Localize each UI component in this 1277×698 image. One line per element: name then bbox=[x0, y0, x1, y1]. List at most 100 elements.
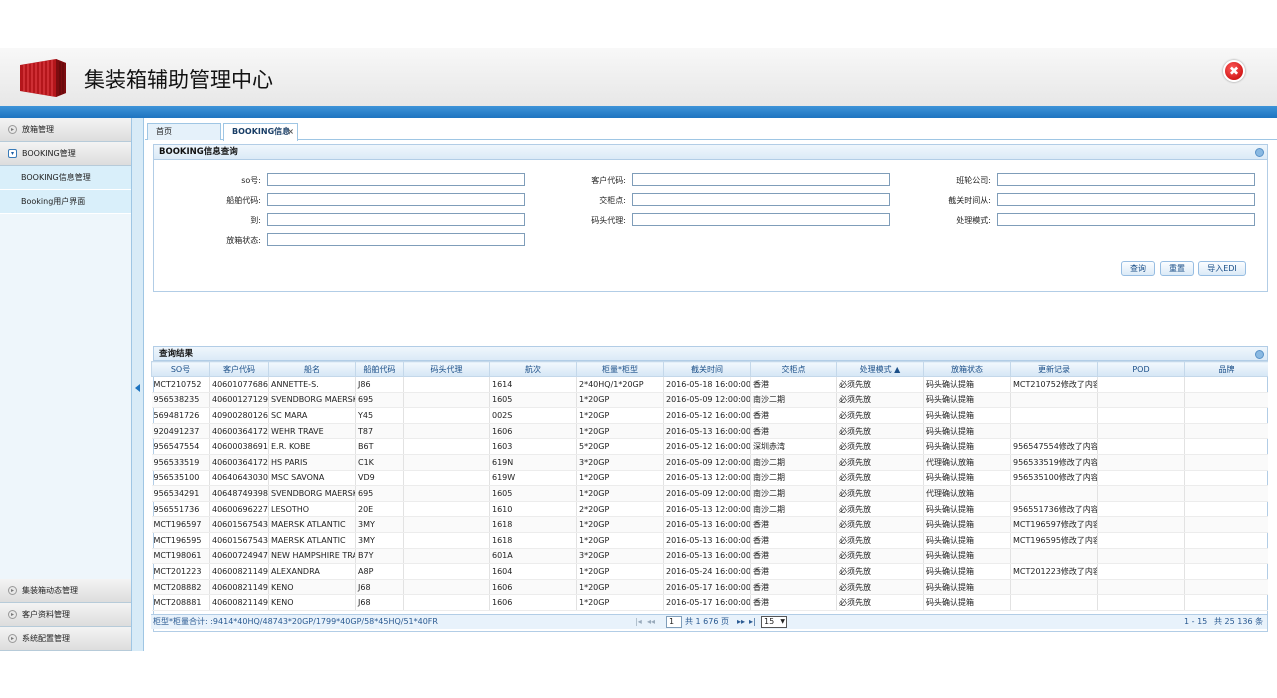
table-cell: 569481726 bbox=[151, 407, 210, 424]
table-cell: NEW HAMPSHIRE TRAIL bbox=[268, 548, 356, 565]
table-cell bbox=[1010, 423, 1098, 440]
sidebar-section-container-tracking[interactable]: ▸ 集装箱动态管理 bbox=[0, 579, 131, 603]
table-row[interactable]: 956551736 40600696227 LESOTHO 20E 1610 2*20GP… bbox=[151, 501, 1268, 518]
column-header[interactable]: 交柜点 bbox=[750, 361, 837, 377]
table-row[interactable]: MCT208882 40600821149 KENO J68 1606 1*20GP 201… bbox=[151, 579, 1268, 596]
table-cell: 必须先放 bbox=[836, 579, 924, 596]
table-row[interactable]: 920491237 40600364172 WEHR TRAVE T87 1606 1*2… bbox=[151, 423, 1268, 440]
import-edi-button[interactable]: 导入EDI bbox=[1198, 261, 1246, 276]
table-row[interactable]: 956534291 40648749398 SVENDBORG MAERSK 695 1… bbox=[151, 485, 1268, 502]
table-cell bbox=[403, 501, 490, 518]
table-cell: 1*20GP bbox=[576, 470, 664, 487]
column-header[interactable]: 船舶代码 bbox=[355, 361, 404, 377]
sidebar-item-booking-info[interactable]: BOOKING信息管理 bbox=[0, 166, 131, 190]
table-row[interactable]: 956535100 40640643030 MSC SAVONA VD9 619W 1*2… bbox=[151, 470, 1268, 487]
page-number-input[interactable]: 1 bbox=[666, 616, 682, 628]
last-page-button[interactable]: ▸| bbox=[749, 615, 756, 629]
table-row[interactable]: MCT196595 40601567543 MAERSK ATLANTIC 3MY 16… bbox=[151, 532, 1268, 549]
sidebar-section-customer[interactable]: ▸ 客户资料管理 bbox=[0, 603, 131, 627]
table-cell: 40600038691 bbox=[209, 438, 269, 455]
table-row[interactable]: 956533519 40600364172 HS PARIS C1K 619N 3*20G… bbox=[151, 454, 1268, 471]
reset-button[interactable]: 重置 bbox=[1160, 261, 1194, 276]
pager-bar: 柜型*柜量合计: :9414*40HQ/48743*20GP/1799*40GP… bbox=[151, 614, 1267, 629]
query-field-input[interactable] bbox=[997, 173, 1255, 186]
column-header[interactable]: 码头代理 bbox=[403, 361, 490, 377]
table-row[interactable]: MCT196597 40601567543 MAERSK ATLANTIC 3MY 16… bbox=[151, 516, 1268, 533]
collapse-panel-icon[interactable] bbox=[1255, 148, 1264, 157]
column-header[interactable]: 航次 bbox=[489, 361, 577, 377]
table-cell: 2016-05-17 16:00:00 bbox=[663, 594, 751, 611]
tab-home[interactable]: 首页 bbox=[147, 123, 221, 140]
table-cell: MCT208881 bbox=[151, 594, 210, 611]
table-cell: 代理确认放箱 bbox=[923, 454, 1011, 471]
table-row[interactable]: 956538235 40600127129 SVENDBORG MAERSK 695 1… bbox=[151, 392, 1268, 409]
table-cell: 1*20GP bbox=[576, 423, 664, 440]
column-header[interactable]: POD bbox=[1097, 361, 1185, 377]
table-cell: 619N bbox=[489, 454, 577, 471]
header-band bbox=[0, 106, 1277, 118]
search-button[interactable]: 查询 bbox=[1121, 261, 1155, 276]
tab-bar: 首页 BOOKING信息 × bbox=[145, 120, 1277, 141]
table-cell: A8P bbox=[355, 563, 404, 580]
prev-page-button[interactable]: ◂◂ bbox=[647, 615, 655, 629]
column-header[interactable]: 截关时间 bbox=[663, 361, 751, 377]
query-field-input[interactable] bbox=[267, 213, 525, 226]
table-cell: 香港 bbox=[750, 579, 837, 596]
column-header[interactable]: 品牌 bbox=[1184, 361, 1268, 377]
table-row[interactable]: MCT210752 40601077686 ANNETTE-S. J86 1614 2*4… bbox=[151, 376, 1268, 393]
query-field-input[interactable] bbox=[267, 193, 525, 206]
table-row[interactable]: 956547554 40600038691 E.R. KOBE B6T 1603 5*20… bbox=[151, 438, 1268, 455]
query-field-input[interactable] bbox=[632, 193, 890, 206]
table-cell: 必须先放 bbox=[836, 485, 924, 502]
table-cell bbox=[1097, 501, 1185, 518]
collapse-panel-icon[interactable] bbox=[1255, 350, 1264, 359]
sidebar-section-release[interactable]: ▸ 放箱管理 bbox=[0, 118, 131, 142]
table-cell bbox=[1097, 376, 1185, 393]
query-field-input[interactable] bbox=[267, 173, 525, 186]
table-cell: J86 bbox=[355, 376, 404, 393]
sidebar-section-booking[interactable]: ▾ BOOKING管理 bbox=[0, 142, 131, 166]
query-field-input[interactable] bbox=[632, 213, 890, 226]
table-row[interactable]: 569481726 40900280126 SC MARA Y45 002S 1*20GP… bbox=[151, 407, 1268, 424]
tab-booking-info[interactable]: BOOKING信息 × bbox=[223, 123, 298, 141]
table-cell: 香港 bbox=[750, 532, 837, 549]
table-cell: 40900280126 bbox=[209, 407, 269, 424]
table-cell: J68 bbox=[355, 579, 404, 596]
table-cell bbox=[1184, 454, 1268, 471]
table-row[interactable]: MCT198061 40600724947 NEW HAMPSHIRE TRAIL B… bbox=[151, 548, 1268, 565]
column-header[interactable]: 更新记录 bbox=[1010, 361, 1098, 377]
query-field-input[interactable] bbox=[997, 213, 1255, 226]
column-header[interactable]: 船名 bbox=[268, 361, 356, 377]
table-cell: 40600821149 bbox=[209, 563, 269, 580]
first-page-button[interactable]: |◂ bbox=[635, 615, 642, 629]
column-header[interactable]: 处理模式 ▲ bbox=[836, 361, 924, 377]
table-cell: 南沙二期 bbox=[750, 392, 837, 409]
next-page-button[interactable]: ▸▸ bbox=[737, 615, 745, 629]
query-field-input[interactable] bbox=[632, 173, 890, 186]
sidebar-section-system[interactable]: ▸ 系统配置管理 bbox=[0, 627, 131, 651]
column-header[interactable]: 客户代码 bbox=[209, 361, 269, 377]
table-cell: 40601077686 bbox=[209, 376, 269, 393]
table-cell: 3*20GP bbox=[576, 454, 664, 471]
table-row[interactable]: MCT201223 40600821149 ALEXANDRA A8P 1604 1*20… bbox=[151, 563, 1268, 580]
query-field-input[interactable] bbox=[267, 233, 525, 246]
table-cell: 码头确认提箱 bbox=[923, 438, 1011, 455]
table-row[interactable]: MCT208881 40600821149 KENO J68 1606 1*20GP 201… bbox=[151, 594, 1268, 611]
column-header[interactable]: SO号 bbox=[151, 361, 210, 377]
query-panel: BOOKING信息查询 so号: 客户代码: 班轮公司: 船舶代码: 交柜点: 截关时间从… bbox=[153, 144, 1268, 292]
table-cell: 1605 bbox=[489, 392, 577, 409]
close-button[interactable]: ✖ bbox=[1223, 60, 1245, 82]
page-size-select[interactable]: 15 ▼ bbox=[761, 616, 787, 628]
table-cell: 必须先放 bbox=[836, 423, 924, 440]
collapse-arrow-icon[interactable] bbox=[135, 384, 140, 392]
table-cell bbox=[1184, 579, 1268, 596]
sidebar-item-booking-user[interactable]: Booking用户界面 bbox=[0, 190, 131, 214]
column-header[interactable]: 柜量*柜型 bbox=[576, 361, 664, 377]
tab-close-icon[interactable]: × bbox=[287, 124, 294, 140]
sidebar-splitter[interactable] bbox=[132, 118, 144, 651]
column-header[interactable]: 放箱状态 bbox=[923, 361, 1011, 377]
query-field-input[interactable] bbox=[997, 193, 1255, 206]
table-cell: 香港 bbox=[750, 563, 837, 580]
table-cell: 1603 bbox=[489, 438, 577, 455]
table-cell: 码头确认提箱 bbox=[923, 532, 1011, 549]
